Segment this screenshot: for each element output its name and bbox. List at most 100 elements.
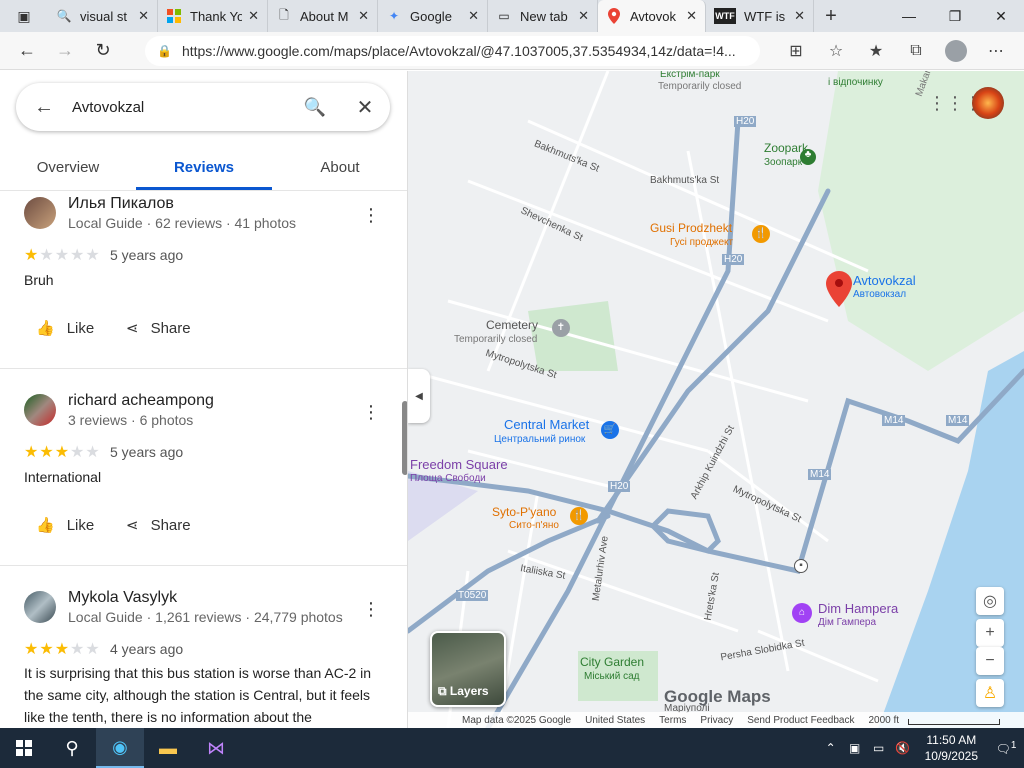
lock-icon[interactable]: 🔒: [157, 44, 172, 58]
search-input[interactable]: Avtovokzal: [72, 99, 290, 116]
map-label[interactable]: Dim Hampera: [818, 601, 898, 616]
review-text: Bruh: [24, 272, 54, 288]
map-label[interactable]: City Garden: [580, 655, 644, 669]
reviewer-name[interactable]: richard acheampong: [68, 392, 214, 410]
tab-visual-search[interactable]: 🔍 visual st ✕: [48, 0, 158, 32]
address-field[interactable]: 🔒 https://www.google.com/maps/place/Avto…: [145, 36, 760, 66]
share-button[interactable]: ⋖ Share: [126, 516, 191, 535]
avatar[interactable]: [24, 197, 56, 229]
collections-icon[interactable]: ⧉: [896, 42, 936, 60]
map-label[interactable]: Gusi Prodzhekt: [650, 221, 732, 235]
more-options-icon[interactable]: ⋮: [362, 205, 380, 226]
profile-icon[interactable]: [936, 40, 976, 62]
share-button[interactable]: ⋖ Share: [126, 319, 191, 338]
street-view-icon[interactable]: ♙: [976, 679, 1004, 707]
layers-button[interactable]: ⧉ Layers: [430, 631, 506, 707]
scale-bar[interactable]: [908, 719, 1000, 725]
forward-icon[interactable]: →: [46, 32, 84, 70]
like-button[interactable]: 👍 Like: [36, 516, 94, 535]
terms-link[interactable]: Terms: [659, 715, 686, 726]
close-tab-icon[interactable]: ✕: [686, 8, 697, 24]
region-link[interactable]: United States: [585, 715, 645, 726]
route-shield: H20: [722, 254, 745, 265]
add-favorite-icon[interactable]: ☆: [816, 41, 856, 61]
tab-thank-you[interactable]: Thank Yo ✕: [158, 0, 268, 32]
refresh-icon[interactable]: ↻: [84, 32, 122, 70]
search-icon[interactable]: ⚲: [48, 728, 96, 768]
close-tab-icon[interactable]: ✕: [468, 8, 479, 24]
map-canvas[interactable]: Екстрім-парк Temporarily closed і відпоч…: [408, 71, 1024, 728]
close-tab-icon[interactable]: ✕: [794, 8, 805, 24]
back-icon[interactable]: ←: [8, 32, 46, 70]
close-tab-icon[interactable]: ✕: [358, 8, 369, 24]
close-window-icon[interactable]: ✕: [978, 0, 1024, 32]
close-icon[interactable]: ✕: [340, 95, 390, 120]
more-options-icon[interactable]: ⋮: [362, 402, 380, 423]
map-roads: [408, 71, 1024, 728]
map-label: Temporarily closed: [454, 334, 538, 345]
more-options-icon[interactable]: ⋮: [362, 599, 380, 620]
reviewer-name[interactable]: Илья Пикалов: [68, 195, 174, 213]
camera-icon[interactable]: ▣: [843, 741, 867, 755]
map-label[interactable]: Central Market: [504, 417, 589, 432]
apps-icon[interactable]: ⊞: [776, 41, 816, 61]
chevron-up-icon[interactable]: ⌃: [819, 741, 843, 755]
reviewer-name[interactable]: Mykola Vasylyk: [68, 589, 177, 607]
close-tab-icon[interactable]: ✕: [248, 8, 259, 24]
back-arrow-icon[interactable]: ←: [16, 96, 72, 119]
shopping-cart-icon[interactable]: 🛒: [601, 421, 619, 439]
notifications-icon[interactable]: 🗨1: [988, 740, 1024, 756]
account-avatar[interactable]: [972, 87, 1004, 119]
my-location-icon[interactable]: ◎: [976, 587, 1004, 615]
close-tab-icon[interactable]: ✕: [578, 8, 589, 24]
zoom-in-button[interactable]: +: [976, 619, 1004, 647]
volume-muted-icon[interactable]: 🔇: [891, 741, 915, 755]
place-label[interactable]: Avtovokzal: [853, 273, 916, 288]
close-tab-icon[interactable]: ✕: [138, 8, 149, 24]
visual-studio-icon[interactable]: ⋈: [192, 728, 240, 768]
zoo-icon[interactable]: ♣: [800, 149, 816, 165]
tab-avtovokzal[interactable]: Avtovok ✕: [598, 0, 706, 32]
restaurant-icon[interactable]: 🍴: [570, 507, 588, 525]
like-button[interactable]: 👍 Like: [36, 319, 94, 338]
feedback-link[interactable]: Send Product Feedback: [747, 715, 854, 726]
collapse-panel-button[interactable]: ◀: [408, 369, 430, 423]
place-marker-icon[interactable]: [824, 269, 854, 309]
search-icon[interactable]: 🔍: [290, 97, 340, 118]
zoom-out-button[interactable]: −: [976, 647, 1004, 675]
tab-new-tab[interactable]: ▭ New tab ✕: [488, 0, 598, 32]
restore-icon[interactable]: ❐: [932, 0, 978, 32]
tab-about[interactable]: About: [272, 149, 407, 190]
cemetery-icon[interactable]: ✝: [552, 319, 570, 337]
network-icon[interactable]: ▭: [867, 741, 891, 755]
restaurant-icon[interactable]: 🍴: [752, 225, 770, 243]
privacy-link[interactable]: Privacy: [700, 715, 733, 726]
tab-wtf[interactable]: WTF WTF is ✕: [706, 0, 814, 32]
clock[interactable]: 11:50 AM 10/9/2025: [915, 732, 988, 764]
search-box[interactable]: ← Avtovokzal 🔍 ✕: [16, 83, 390, 131]
avatar[interactable]: [24, 394, 56, 426]
map-label[interactable]: Freedom Square: [410, 457, 508, 472]
more-icon[interactable]: ⋯: [976, 41, 1016, 61]
tab-actions-icon[interactable]: ▣: [0, 0, 48, 32]
avatar[interactable]: [24, 591, 56, 623]
tab-google[interactable]: ✦ Google ✕: [378, 0, 488, 32]
museum-icon[interactable]: ⌂: [792, 603, 812, 623]
tab-reviews[interactable]: Reviews: [136, 149, 272, 190]
favorites-icon[interactable]: ★: [856, 41, 896, 61]
map-label: Дім Гампера: [818, 617, 877, 628]
edge-browser-icon[interactable]: ◉: [96, 728, 144, 768]
scale-label[interactable]: 2000 ft: [869, 715, 900, 726]
windows-start-icon[interactable]: [0, 728, 48, 768]
star-rating: ★★★★★: [24, 444, 101, 461]
tab-about[interactable]: 🗋 About M ✕: [268, 0, 378, 32]
map-label[interactable]: Cemetery: [486, 318, 538, 332]
new-tab-button[interactable]: +: [814, 5, 848, 28]
minimize-icon[interactable]: —: [886, 0, 932, 32]
bus-stop-icon[interactable]: ▪: [794, 559, 808, 573]
map-label[interactable]: Екстрім-парк: [660, 71, 720, 80]
tab-overview[interactable]: Overview: [0, 149, 136, 190]
map-label[interactable]: Syto-P'yano: [492, 505, 556, 519]
file-explorer-icon[interactable]: ▬: [144, 728, 192, 768]
reviewer-meta: 3 reviews · 6 photos: [68, 412, 194, 428]
